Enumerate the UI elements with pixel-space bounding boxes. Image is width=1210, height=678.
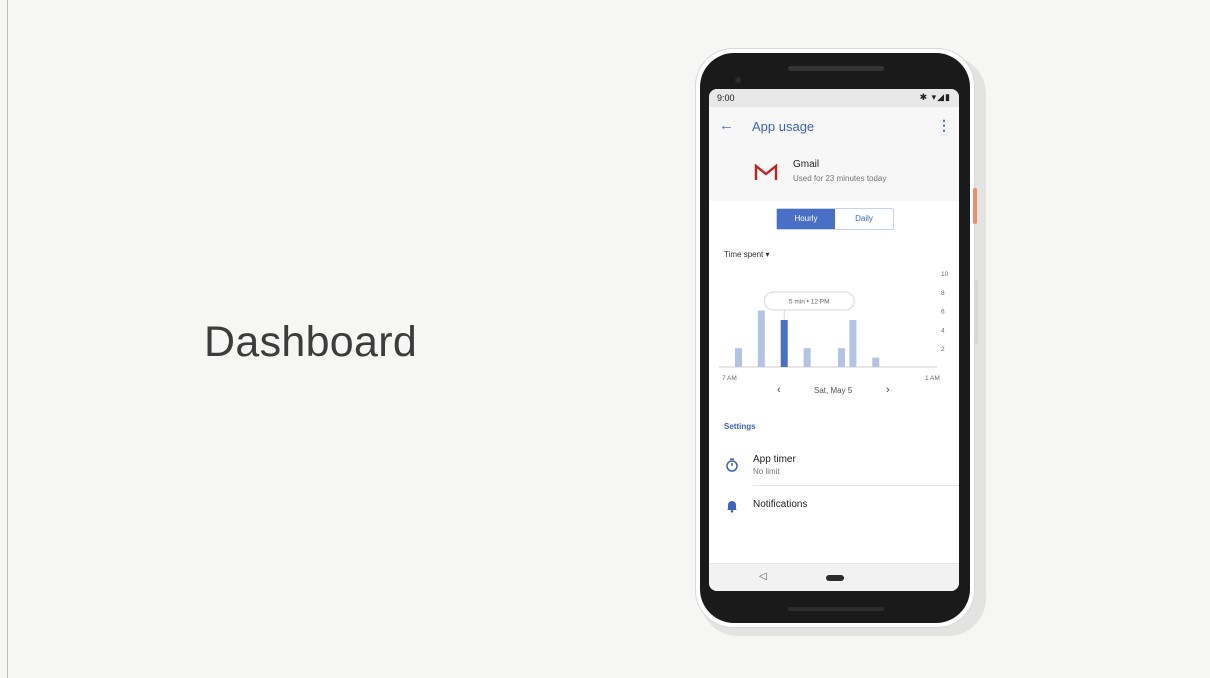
y-tick-label: 4 [941, 327, 945, 334]
bell-icon [727, 501, 737, 513]
date-label: Sat, May 5 [814, 386, 853, 395]
chevron-left-icon[interactable]: ‹ [777, 384, 781, 396]
chart-bar [803, 348, 811, 367]
chart-bar [837, 348, 845, 367]
tab-daily[interactable]: Daily [835, 209, 893, 229]
chart-bar [849, 320, 857, 367]
status-icons: ✱ ▾◢▮ [919, 92, 951, 102]
nav-back-icon[interactable]: ◁ [759, 571, 767, 582]
system-nav-bar: ◁ [709, 563, 959, 591]
settings-divider [753, 485, 959, 486]
power-button [973, 188, 977, 224]
app-name: Gmail [793, 159, 820, 170]
status-time: 9:00 [717, 93, 735, 103]
y-tick-label: 2 [941, 346, 945, 353]
phone-speaker-bottom [788, 607, 884, 611]
more-options-icon[interactable]: ⋮ [937, 117, 951, 134]
app-usage-summary: Used for 23 minutes today [793, 174, 887, 183]
gmail-icon [754, 163, 778, 180]
dropdown-arrow-icon: ▾ [765, 250, 770, 259]
phone-camera [735, 77, 741, 83]
chart-tooltip-label: 5 min • 12 PM [789, 299, 830, 306]
chevron-right-icon[interactable]: › [886, 384, 890, 396]
usage-chart: 2 4 6 8 10 7 AM 1 AM 5 min • 12 PM [719, 271, 949, 382]
back-arrow-icon[interactable]: ← [719, 117, 734, 134]
page-title: App usage [752, 119, 815, 134]
x-tick-label: 7 AM [722, 375, 737, 382]
y-tick-label: 10 [941, 271, 949, 278]
metric-dropdown[interactable]: Time spent ▾ [724, 250, 770, 259]
x-tick-label: 1 AM [925, 375, 940, 382]
y-tick-label: 6 [941, 309, 945, 316]
metric-dropdown-label: Time spent [724, 250, 764, 259]
settings-header: Settings [724, 422, 756, 431]
y-tick-label: 8 [941, 290, 945, 297]
date-navigator: ‹ Sat, May 5 › [709, 384, 959, 400]
status-bar: 9:00 ✱ ▾◢▮ [709, 89, 959, 107]
volume-button [975, 280, 978, 344]
setting-title: Notifications [753, 499, 808, 510]
phone-speaker-top [788, 66, 884, 71]
chart-bar [872, 357, 880, 367]
slide-edge [7, 0, 8, 678]
setting-title: App timer [753, 454, 796, 465]
nav-home-pill[interactable] [826, 575, 844, 581]
view-toggle: Hourly Daily [776, 208, 894, 230]
timer-icon [726, 458, 738, 472]
setting-subtitle: No limit [753, 467, 780, 476]
app-bar: ← App usage ⋮ Gmail Used for 23 minutes … [709, 107, 959, 201]
tab-hourly[interactable]: Hourly [777, 209, 835, 229]
chart-bar [780, 320, 788, 367]
slide-title: Dashboard [204, 318, 418, 366]
setting-app-timer[interactable]: App timer No limit [709, 450, 959, 484]
phone-screen: 9:00 ✱ ▾◢▮ ← App usage ⋮ Gmail Used for … [709, 89, 959, 591]
chart-bar [734, 348, 742, 367]
setting-notifications[interactable]: Notifications [709, 491, 959, 525]
chart-bar [757, 310, 765, 367]
